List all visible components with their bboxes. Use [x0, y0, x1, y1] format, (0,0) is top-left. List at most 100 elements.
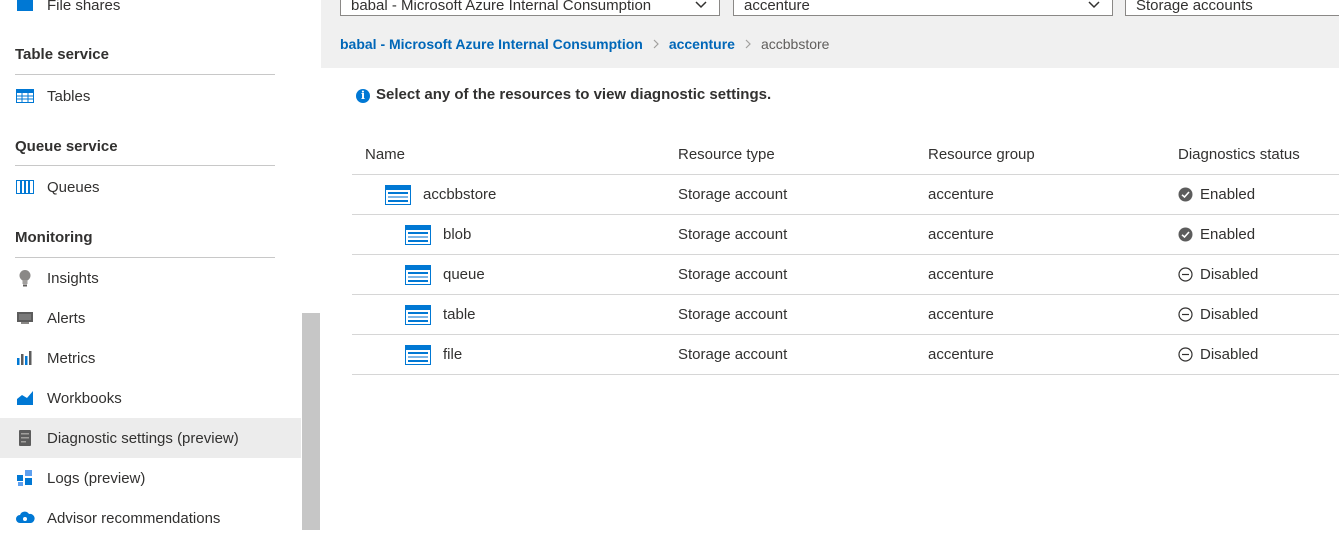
diagnostics-status-text: Disabled [1200, 346, 1259, 363]
tables-icon [15, 86, 35, 106]
column-header-resource-group[interactable]: Resource group [928, 134, 1035, 174]
sidebar-item-label: Alerts [47, 309, 86, 327]
breadcrumb-resource-group-link[interactable]: accenture [669, 36, 735, 52]
breadcrumb-subscription-link[interactable]: babal - Microsoft Azure Internal Consump… [340, 36, 643, 52]
diagnostics-status-cell: Disabled [1178, 255, 1258, 294]
sidebar-item-label: Tables [47, 87, 91, 105]
sidebar-scrollbar-thumb[interactable] [302, 313, 320, 530]
breadcrumb-current: accbbstore [760, 36, 830, 52]
storage-account-icon [405, 224, 431, 245]
subscription-filter-value: babal - Microsoft Azure Internal Consump… [351, 0, 652, 14]
resource-name: accbbstore [423, 186, 497, 203]
queues-icon [15, 177, 35, 197]
sidebar-item-label: Insights [47, 269, 99, 287]
table-row[interactable]: queue Storage account accenture Disabled [352, 255, 1339, 295]
status-disabled-icon [1178, 347, 1200, 362]
resource-group-filter-value: accenture [744, 0, 810, 14]
sidebar-item-label: Diagnostic settings (preview) [47, 429, 239, 447]
section-title-monitoring: Monitoring [15, 229, 93, 246]
resource-name-cell[interactable]: blob [405, 215, 471, 254]
info-message: i Select any of the resources to view di… [356, 86, 771, 103]
sidebar-item-insights[interactable]: Insights [0, 258, 301, 298]
resource-name-cell[interactable]: queue [405, 255, 485, 294]
sidebar-item-queues[interactable]: Queues [0, 167, 301, 207]
chevron-down-icon [1088, 1, 1100, 9]
storage-account-icon [405, 304, 431, 325]
metrics-bar-icon [15, 348, 35, 368]
sidebar-item-label: Advisor recommendations [47, 509, 221, 527]
sidebar-item-label: Logs (preview) [47, 469, 146, 487]
file-shares-icon [15, 0, 35, 15]
advisor-cloud-icon [15, 508, 35, 528]
table-header-row: Name Resource type Resource group Diagno… [352, 134, 1339, 175]
table-row[interactable]: accbbstore Storage account accenture Enable… [352, 175, 1339, 215]
column-header-resource-type[interactable]: Resource type [678, 134, 775, 174]
section-divider [15, 74, 275, 75]
resource-group-cell: accenture [928, 226, 994, 243]
storage-account-icon [405, 264, 431, 285]
sidebar-item-diagnostic-settings[interactable]: Diagnostic settings (preview) [0, 418, 301, 458]
sidebar-item-file-shares[interactable]: File shares [0, 0, 301, 25]
section-title-table-service: Table service [15, 46, 109, 63]
resource-group-filter-dropdown[interactable]: accenture [733, 0, 1113, 16]
chevron-right-icon [651, 38, 661, 50]
storage-account-icon [405, 344, 431, 365]
resource-name-cell[interactable]: accbbstore [385, 175, 496, 214]
section-title-queue-service: Queue service [15, 138, 118, 155]
resource-group-cell: accenture [928, 266, 994, 283]
diagnostics-status-text: Disabled [1200, 266, 1259, 283]
diagnostics-status-cell: Enabled [1178, 215, 1255, 254]
sidebar-item-advisor-recommendations[interactable]: Advisor recommendations [0, 498, 301, 538]
diagnostics-status-text: Disabled [1200, 306, 1259, 323]
sidebar-item-label: Workbooks [47, 389, 122, 407]
subscription-filter-dropdown[interactable]: babal - Microsoft Azure Internal Consump… [340, 0, 720, 16]
resource-group-cell: accenture [928, 306, 994, 323]
insights-bulb-icon [15, 268, 35, 288]
info-message-text: Select any of the resources to view diag… [376, 86, 772, 103]
sidebar-item-workbooks[interactable]: Workbooks [0, 378, 301, 418]
logs-icon [15, 468, 35, 488]
resource-group-cell: accenture [928, 346, 994, 363]
diagnostics-status-cell: Disabled [1178, 335, 1258, 374]
breadcrumb: babal - Microsoft Azure Internal Consump… [340, 34, 829, 54]
status-enabled-icon [1178, 227, 1200, 242]
sidebar-item-label: Queues [47, 178, 100, 196]
resource-name: queue [443, 266, 485, 283]
sidebar-item-tables[interactable]: Tables [0, 76, 301, 116]
sidebar-item-label: File shares [47, 0, 121, 14]
table-row[interactable]: blob Storage account accenture Enabled [352, 215, 1339, 255]
diagnostics-status-cell: Enabled [1178, 175, 1255, 214]
resource-type-cell: Storage account [678, 266, 788, 283]
workbooks-icon [15, 388, 35, 408]
sidebar-item-label: Metrics [47, 349, 96, 367]
diagnostic-settings-icon [15, 428, 35, 448]
resource-group-cell: accenture [928, 186, 994, 203]
info-icon: i [356, 88, 370, 103]
resource-name: blob [443, 226, 472, 243]
resource-menu-sidebar: File shares Table service Tables Queue s… [0, 0, 301, 538]
resource-type-cell: Storage account [678, 186, 788, 203]
diagnostics-status-text: Enabled [1200, 186, 1256, 203]
table-row[interactable]: table Storage account accenture Disabled [352, 295, 1339, 335]
chevron-right-icon [743, 38, 753, 50]
sidebar-item-metrics[interactable]: Metrics [0, 338, 301, 378]
sidebar-item-alerts[interactable]: Alerts [0, 298, 301, 338]
resource-type-filter-value: Storage accounts [1136, 0, 1253, 14]
resource-type-cell: Storage account [678, 226, 788, 243]
resources-table: Name Resource type Resource group Diagno… [352, 134, 1339, 375]
resource-name: file [443, 346, 463, 363]
resource-name-cell[interactable]: table [405, 295, 476, 334]
sidebar-item-logs[interactable]: Logs (preview) [0, 458, 301, 498]
resource-name: table [443, 306, 476, 323]
section-divider [15, 165, 275, 166]
chevron-down-icon [695, 1, 707, 9]
column-header-diagnostics-status[interactable]: Diagnostics status [1178, 134, 1300, 174]
status-enabled-icon [1178, 187, 1200, 202]
alerts-icon [15, 308, 35, 328]
table-row[interactable]: file Storage account accenture Disabled [352, 335, 1339, 375]
resource-name-cell[interactable]: file [405, 335, 462, 374]
resource-type-cell: Storage account [678, 306, 788, 323]
resource-type-cell: Storage account [678, 346, 788, 363]
column-header-name[interactable]: Name [365, 134, 405, 174]
resource-type-filter-dropdown[interactable]: Storage accounts [1125, 0, 1339, 16]
